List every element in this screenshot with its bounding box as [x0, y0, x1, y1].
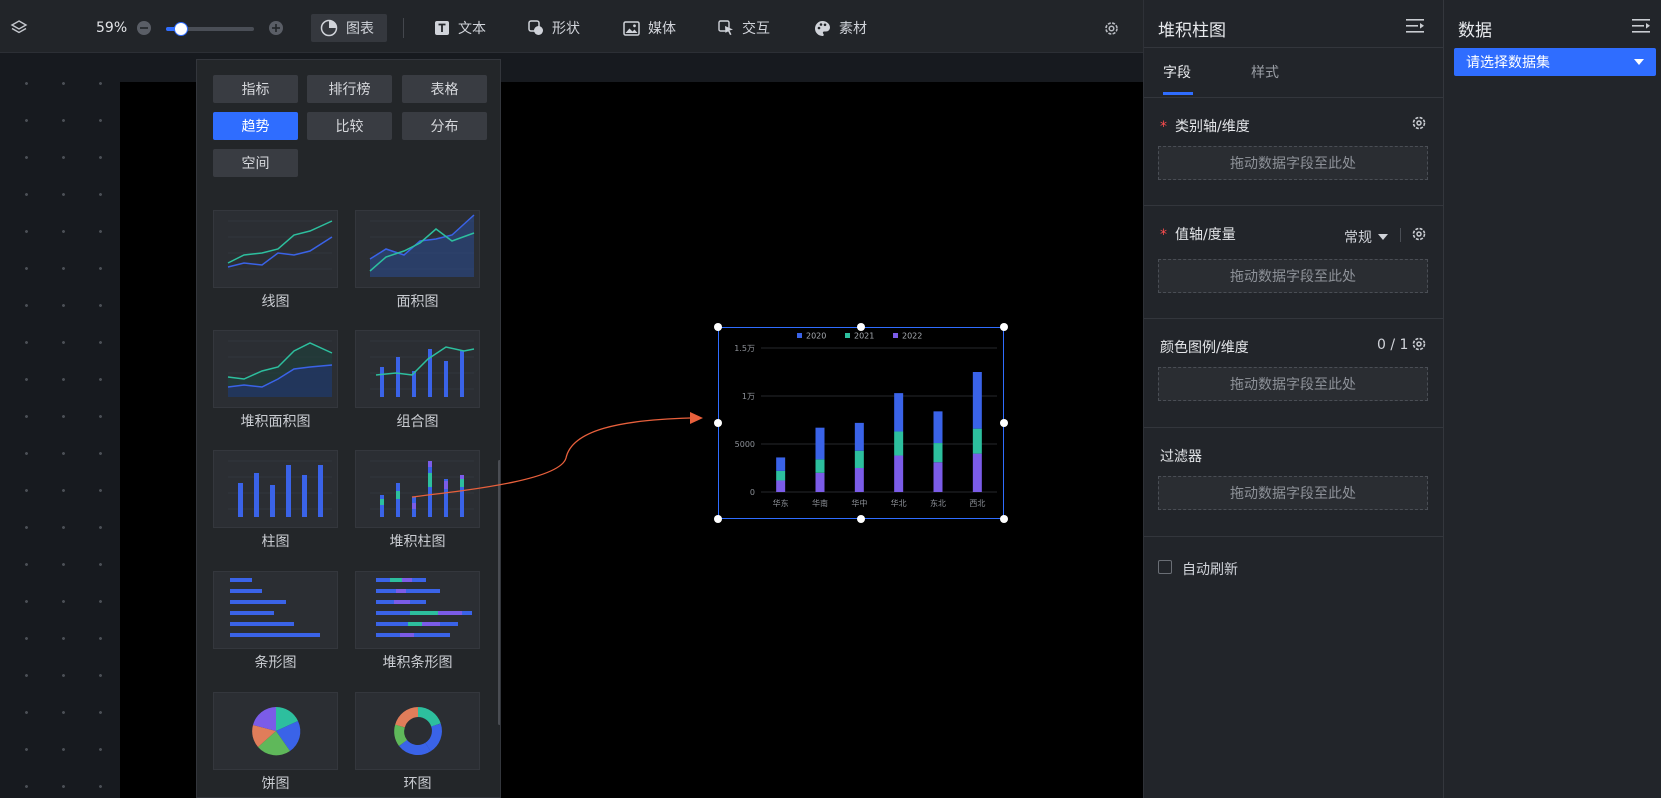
- caret-down-icon: [1634, 59, 1644, 65]
- auto-refresh-checkbox[interactable]: [1158, 560, 1172, 574]
- active-tab-indicator: [1163, 92, 1193, 95]
- dataset-select[interactable]: 请选择数据集: [1454, 48, 1656, 76]
- mode-divider: [1400, 228, 1401, 242]
- panel-title: 堆积柱图: [1158, 21, 1226, 41]
- value-axis-mode-label: 常规: [1344, 230, 1372, 246]
- filter-title: 过滤器: [1160, 449, 1202, 465]
- value-axis-title: * 值轴/度量: [1160, 224, 1236, 244]
- value-axis-dropzone[interactable]: 拖动数据字段至此处: [1158, 259, 1428, 293]
- required-mark: *: [1160, 119, 1167, 135]
- color-legend-title: 颜色图例/维度: [1160, 340, 1249, 356]
- dataset-select-label: 请选择数据集: [1466, 55, 1550, 71]
- auto-refresh-label: 自动刷新: [1182, 562, 1238, 578]
- value-axis-mode-dropdown[interactable]: 常规: [1344, 227, 1388, 247]
- properties-panel: 堆积柱图 字段 样式 * 类别轴/维度 拖动数据字段至此处 * 值轴/度量 常规 拖…: [1143, 0, 1444, 798]
- category-axis-label: 类别轴/维度: [1175, 119, 1250, 135]
- color-legend-count: 0 / 1: [1377, 337, 1409, 353]
- section-divider: [1144, 318, 1444, 319]
- color-legend-dropzone[interactable]: 拖动数据字段至此处: [1158, 367, 1428, 401]
- value-axis-settings-icon[interactable]: [1411, 226, 1427, 246]
- category-axis-settings-icon[interactable]: [1411, 115, 1427, 135]
- section-divider: [1144, 536, 1444, 537]
- filter-dropzone[interactable]: 拖动数据字段至此处: [1158, 476, 1428, 510]
- panel-divider: [1144, 47, 1444, 48]
- required-mark: *: [1160, 227, 1167, 243]
- collapse-panel-icon[interactable]: [1405, 17, 1425, 39]
- category-axis-title: * 类别轴/维度: [1160, 116, 1250, 136]
- section-divider: [1144, 427, 1444, 428]
- tab-style[interactable]: 样式: [1251, 62, 1279, 82]
- caret-down-icon: [1378, 234, 1388, 240]
- value-axis-label: 值轴/度量: [1175, 227, 1236, 243]
- color-legend-settings-icon[interactable]: [1411, 336, 1427, 356]
- data-panel: 数据 请选择数据集: [1443, 0, 1661, 798]
- drag-arrow: [411, 412, 703, 498]
- data-panel-title: 数据: [1458, 21, 1492, 41]
- tab-fields[interactable]: 字段: [1163, 62, 1191, 82]
- tabs-divider: [1144, 97, 1444, 98]
- collapse-data-panel-icon[interactable]: [1631, 17, 1651, 39]
- category-axis-dropzone[interactable]: 拖动数据字段至此处: [1158, 146, 1428, 180]
- section-divider: [1144, 205, 1444, 206]
